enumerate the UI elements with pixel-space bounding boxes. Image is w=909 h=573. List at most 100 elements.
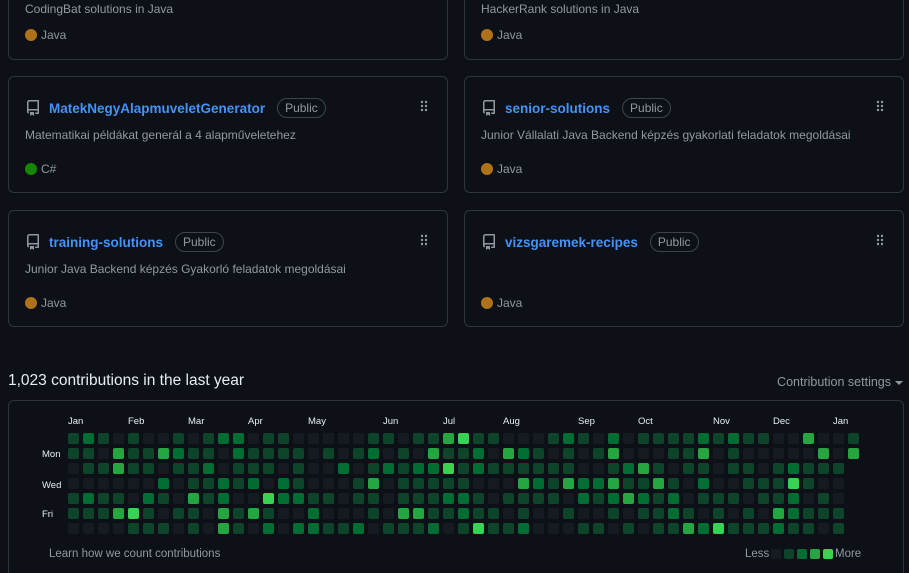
contribution-day-cell[interactable] xyxy=(518,508,529,519)
contribution-day-cell[interactable] xyxy=(548,433,559,444)
contribution-day-cell[interactable] xyxy=(188,493,199,504)
contribution-day-cell[interactable] xyxy=(338,463,349,474)
contribution-day-cell[interactable] xyxy=(338,433,349,444)
contribution-day-cell[interactable] xyxy=(218,463,229,474)
contribution-day-cell[interactable] xyxy=(818,508,829,519)
contribution-day-cell[interactable] xyxy=(818,523,829,534)
contribution-day-cell[interactable] xyxy=(563,463,574,474)
contribution-day-cell[interactable] xyxy=(263,448,274,459)
contribution-day-cell[interactable] xyxy=(443,493,454,504)
contribution-day-cell[interactable] xyxy=(203,478,214,489)
contribution-day-cell[interactable] xyxy=(83,493,94,504)
contribution-day-cell[interactable] xyxy=(533,523,544,534)
contribution-day-cell[interactable] xyxy=(458,523,469,534)
contribution-day-cell[interactable] xyxy=(68,478,79,489)
contribution-day-cell[interactable] xyxy=(203,433,214,444)
contribution-day-cell[interactable] xyxy=(578,433,589,444)
contribution-day-cell[interactable] xyxy=(308,493,319,504)
drag-handle-icon[interactable] xyxy=(419,99,429,113)
repo-name-link[interactable]: vizsgaremek-recipes xyxy=(505,235,638,250)
contribution-day-cell[interactable] xyxy=(293,463,304,474)
contribution-day-cell[interactable] xyxy=(158,433,169,444)
contribution-day-cell[interactable] xyxy=(368,478,379,489)
contribution-day-cell[interactable] xyxy=(338,478,349,489)
contribution-day-cell[interactable] xyxy=(233,463,244,474)
contribution-day-cell[interactable] xyxy=(713,523,724,534)
contribution-day-cell[interactable] xyxy=(338,448,349,459)
contribution-day-cell[interactable] xyxy=(638,523,649,534)
contribution-day-cell[interactable] xyxy=(473,433,484,444)
contribution-day-cell[interactable] xyxy=(353,463,364,474)
contribution-day-cell[interactable] xyxy=(143,448,154,459)
contribution-day-cell[interactable] xyxy=(773,508,784,519)
contribution-day-cell[interactable] xyxy=(533,478,544,489)
contribution-day-cell[interactable] xyxy=(368,493,379,504)
contribution-day-cell[interactable] xyxy=(848,448,859,459)
contribution-day-cell[interactable] xyxy=(683,523,694,534)
contribution-day-cell[interactable] xyxy=(518,448,529,459)
contribution-day-cell[interactable] xyxy=(713,508,724,519)
contribution-day-cell[interactable] xyxy=(548,463,559,474)
contribution-day-cell[interactable] xyxy=(803,478,814,489)
contribution-day-cell[interactable] xyxy=(653,448,664,459)
contribution-day-cell[interactable] xyxy=(128,478,139,489)
contribution-day-cell[interactable] xyxy=(83,508,94,519)
contribution-day-cell[interactable] xyxy=(758,448,769,459)
contribution-day-cell[interactable] xyxy=(788,493,799,504)
contribution-day-cell[interactable] xyxy=(113,433,124,444)
contribution-day-cell[interactable] xyxy=(503,493,514,504)
contribution-day-cell[interactable] xyxy=(653,493,664,504)
contribution-day-cell[interactable] xyxy=(833,508,844,519)
contribution-day-cell[interactable] xyxy=(398,463,409,474)
contribution-day-cell[interactable] xyxy=(593,478,604,489)
contribution-day-cell[interactable] xyxy=(98,523,109,534)
contribution-day-cell[interactable] xyxy=(638,433,649,444)
contribution-day-cell[interactable] xyxy=(368,508,379,519)
contribution-day-cell[interactable] xyxy=(788,508,799,519)
contribution-day-cell[interactable] xyxy=(368,523,379,534)
contribution-day-cell[interactable] xyxy=(728,478,739,489)
contribution-day-cell[interactable] xyxy=(818,433,829,444)
contribution-day-cell[interactable] xyxy=(773,448,784,459)
contribution-day-cell[interactable] xyxy=(488,448,499,459)
contribution-day-cell[interactable] xyxy=(608,448,619,459)
contribution-day-cell[interactable] xyxy=(593,448,604,459)
contribution-day-cell[interactable] xyxy=(743,508,754,519)
contribution-day-cell[interactable] xyxy=(188,433,199,444)
contribution-day-cell[interactable] xyxy=(413,463,424,474)
contribution-day-cell[interactable] xyxy=(68,463,79,474)
contribution-day-cell[interactable] xyxy=(728,508,739,519)
contribution-day-cell[interactable] xyxy=(593,463,604,474)
contribution-day-cell[interactable] xyxy=(173,433,184,444)
contribution-day-cell[interactable] xyxy=(728,523,739,534)
contribution-day-cell[interactable] xyxy=(713,493,724,504)
contribution-day-cell[interactable] xyxy=(248,463,259,474)
contribution-day-cell[interactable] xyxy=(413,448,424,459)
contribution-day-cell[interactable] xyxy=(533,508,544,519)
contribution-day-cell[interactable] xyxy=(278,493,289,504)
contribution-day-cell[interactable] xyxy=(683,508,694,519)
contribution-day-cell[interactable] xyxy=(248,493,259,504)
contribution-day-cell[interactable] xyxy=(188,508,199,519)
contribution-day-cell[interactable] xyxy=(488,508,499,519)
contribution-day-cell[interactable] xyxy=(188,478,199,489)
contribution-day-cell[interactable] xyxy=(353,508,364,519)
contribution-day-cell[interactable] xyxy=(383,493,394,504)
contribution-day-cell[interactable] xyxy=(173,508,184,519)
contribution-day-cell[interactable] xyxy=(698,493,709,504)
contribution-day-cell[interactable] xyxy=(833,448,844,459)
contribution-day-cell[interactable] xyxy=(113,493,124,504)
contribution-day-cell[interactable] xyxy=(803,523,814,534)
contribution-day-cell[interactable] xyxy=(203,493,214,504)
contribution-day-cell[interactable] xyxy=(698,523,709,534)
contribution-day-cell[interactable] xyxy=(503,448,514,459)
drag-handle-icon[interactable] xyxy=(875,233,885,247)
contribution-day-cell[interactable] xyxy=(743,478,754,489)
contribution-day-cell[interactable] xyxy=(548,493,559,504)
contribution-day-cell[interactable] xyxy=(623,463,634,474)
contribution-day-cell[interactable] xyxy=(593,493,604,504)
contribution-day-cell[interactable] xyxy=(113,523,124,534)
contribution-day-cell[interactable] xyxy=(293,448,304,459)
contribution-day-cell[interactable] xyxy=(83,463,94,474)
contribution-day-cell[interactable] xyxy=(383,478,394,489)
